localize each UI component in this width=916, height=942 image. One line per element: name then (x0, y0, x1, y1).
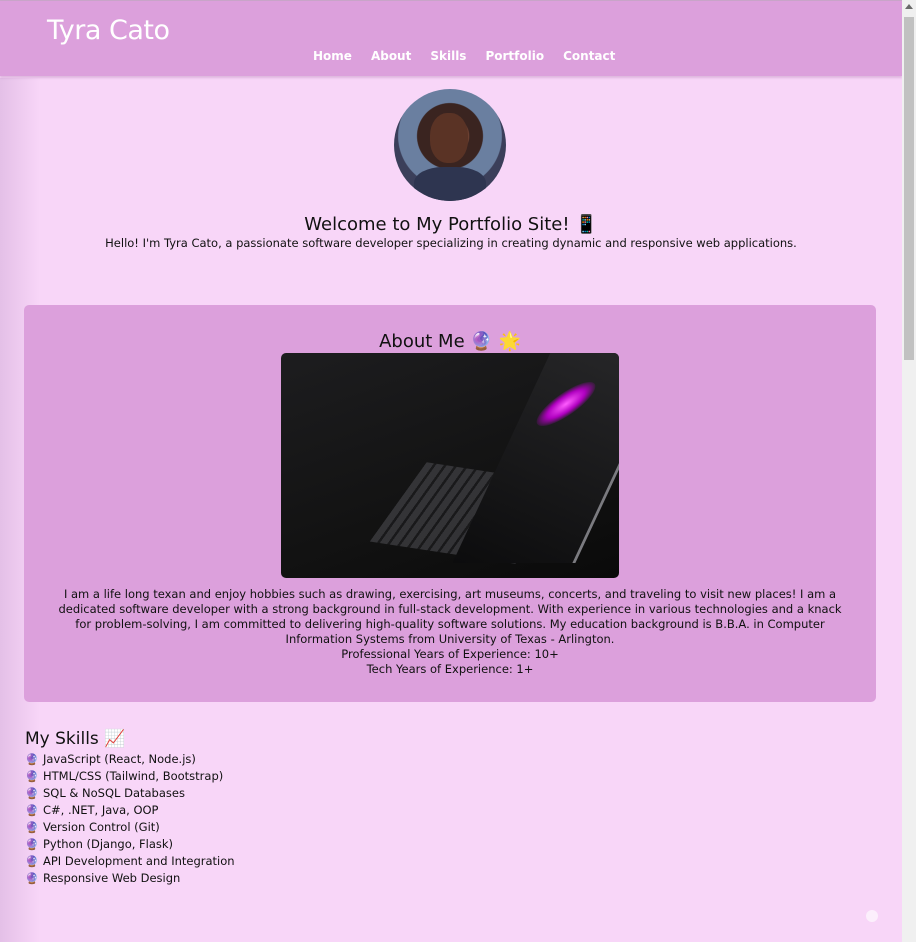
welcome-intro: Hello! I'm Tyra Cato, a passionate softw… (105, 236, 797, 250)
crystal-ball-icon: 🔮 (25, 872, 39, 885)
professional-years: Professional Years of Experience: 10+ (341, 647, 559, 661)
skill-label: Python (Django, Flask) (43, 837, 174, 851)
crystal-ball-icon: 🔮 (25, 753, 39, 766)
tech-years: Tech Years of Experience: 1+ (366, 662, 534, 676)
skills-list: 🔮 JavaScript (React, Node.js) 🔮 HTML/CSS (… (25, 751, 235, 887)
crystal-ball-icon: 🔮 (25, 855, 39, 868)
skills-title: My Skills 📈 (25, 729, 126, 749)
floating-widget-icon[interactable] (866, 910, 878, 922)
page: Tyra Cato Home About Skills Portfolio Co… (0, 0, 902, 942)
skill-label: C#, .NET, Java, OOP (43, 803, 159, 817)
crystal-ball-icon: 🔮 (25, 787, 39, 800)
site-header: Tyra Cato Home About Skills Portfolio Co… (0, 1, 902, 76)
nav-home-link[interactable]: Home (313, 49, 352, 63)
nav-contact-link[interactable]: Contact (563, 49, 615, 63)
skill-item: 🔮 SQL & NoSQL Databases (25, 785, 235, 802)
crystal-ball-icon: 🔮 (25, 770, 39, 783)
skill-item: 🔮 Python (Django, Flask) (25, 836, 235, 853)
main-nav: Home About Skills Portfolio Contact (313, 49, 634, 63)
site-brand[interactable]: Tyra Cato (47, 15, 170, 46)
skill-item: 🔮 C#, .NET, Java, OOP (25, 802, 235, 819)
skill-label: JavaScript (React, Node.js) (43, 752, 196, 766)
about-laptop-image (281, 353, 619, 578)
profile-avatar (394, 89, 506, 201)
scrollbar-thumb[interactable] (904, 17, 914, 360)
skill-label: API Development and Integration (43, 854, 235, 868)
skill-label: Responsive Web Design (43, 871, 181, 885)
skill-item: 🔮 Responsive Web Design (25, 870, 235, 887)
skill-item: 🔮 HTML/CSS (Tailwind, Bootstrap) (25, 768, 235, 785)
crystal-ball-icon: 🔮 (25, 804, 39, 817)
avatar-face (430, 113, 468, 163)
skill-label: Version Control (Git) (43, 820, 160, 834)
nav-skills-link[interactable]: Skills (430, 49, 466, 63)
skill-label: SQL & NoSQL Databases (43, 786, 185, 800)
about-section: About Me 🔮 🌟 I am a life long texan and … (24, 305, 876, 702)
skill-item: 🔮 API Development and Integration (25, 853, 235, 870)
welcome-title: Welcome to My Portfolio Site! 📱 (304, 214, 598, 235)
skill-label: HTML/CSS (Tailwind, Bootstrap) (43, 769, 224, 783)
about-title: About Me 🔮 🌟 (379, 331, 521, 352)
nav-about-link[interactable]: About (371, 49, 411, 63)
skill-item: 🔮 JavaScript (React, Node.js) (25, 751, 235, 768)
vertical-scrollbar[interactable] (902, 0, 916, 942)
skill-item: 🔮 Version Control (Git) (25, 819, 235, 836)
nav-portfolio-link[interactable]: Portfolio (485, 49, 544, 63)
crystal-ball-icon: 🔮 (25, 838, 39, 851)
avatar-body (414, 167, 486, 201)
about-paragraph: I am a life long texan and enjoy hobbies… (58, 587, 842, 646)
crystal-ball-icon: 🔮 (25, 821, 39, 834)
scroll-up-arrow-icon[interactable] (905, 4, 913, 9)
